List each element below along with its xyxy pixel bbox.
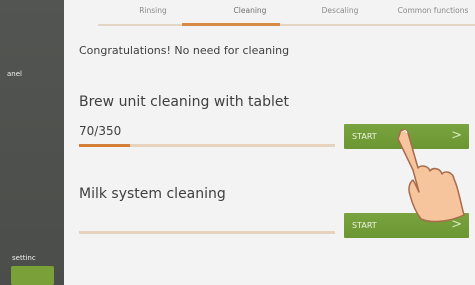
milk-start-label: START bbox=[352, 221, 377, 230]
tab-common-functions[interactable]: Common functions bbox=[391, 6, 475, 15]
sidebar-label-panel: anel bbox=[7, 70, 22, 78]
tab-underline-descaling bbox=[280, 24, 380, 26]
brew-start-label: START bbox=[352, 132, 377, 141]
tab-bar: Rinsing Cleaning Descaling Common functi… bbox=[64, 0, 475, 26]
brew-progress-fill bbox=[79, 144, 131, 147]
tab-descaling[interactable]: Descaling bbox=[303, 6, 377, 15]
hand-pointer-icon bbox=[397, 129, 465, 223]
tab-cleaning[interactable]: Cleaning bbox=[213, 6, 287, 15]
brew-counter: 70/350 bbox=[79, 124, 122, 138]
sidebar-label-setting: settinc bbox=[12, 254, 36, 262]
brew-title: Brew unit cleaning with tablet bbox=[79, 94, 289, 110]
tab-rinsing[interactable]: Rinsing bbox=[116, 6, 190, 15]
milk-progress-track bbox=[79, 231, 335, 234]
sidebar: anel settinc bbox=[0, 0, 64, 285]
tab-underline-common bbox=[380, 24, 475, 26]
sidebar-green-button[interactable] bbox=[11, 266, 54, 285]
status-message: Congratulations! No need for cleaning bbox=[79, 44, 290, 57]
milk-title: Milk system cleaning bbox=[79, 186, 226, 202]
tab-underline-active bbox=[182, 23, 280, 26]
tab-underline-rinsing bbox=[98, 24, 182, 26]
